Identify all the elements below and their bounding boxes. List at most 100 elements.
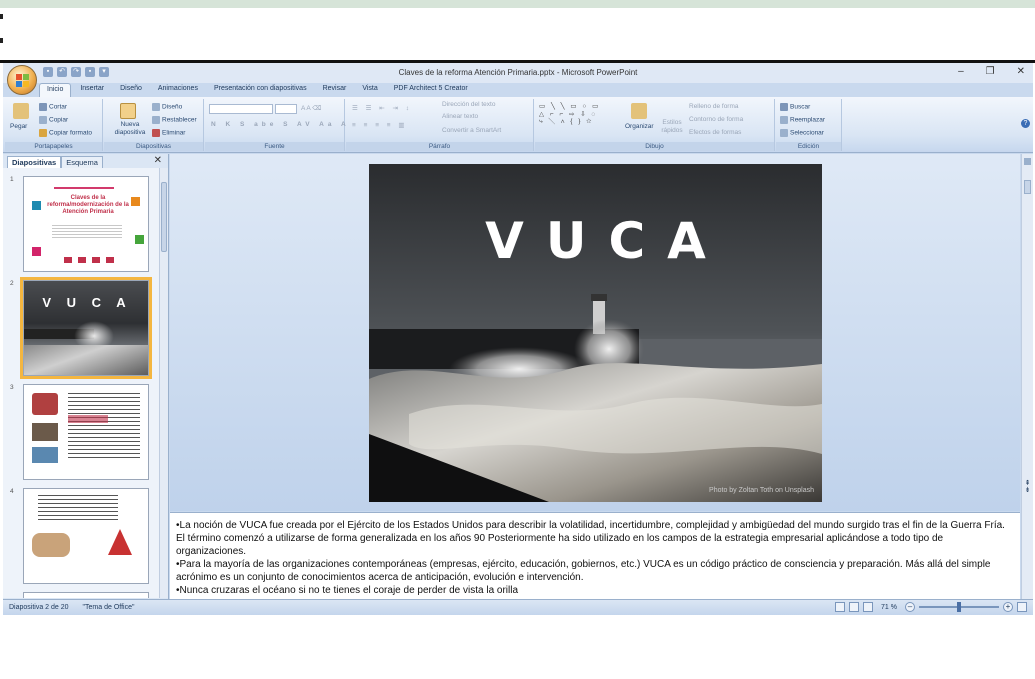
- format-label: Copiar formato: [49, 129, 92, 137]
- slide-counter: Diapositiva 2 de 20: [9, 604, 69, 611]
- edge-mark: [0, 14, 3, 19]
- edge-mark: [0, 38, 3, 43]
- shape-fill-button[interactable]: Relleno de forma: [689, 103, 739, 110]
- status-right: 71 % – +: [835, 602, 1027, 612]
- window-title: Claves de la reforma Atención Primaria.p…: [398, 68, 638, 77]
- group-fuente: A A ⌫ N K S abe S AV Aa A Fuente: [205, 99, 346, 151]
- zoom-in-button[interactable]: +: [1003, 602, 1013, 612]
- close-button[interactable]: ✕: [1017, 66, 1025, 77]
- slide-thumbnail-selected[interactable]: V U C A: [20, 277, 152, 379]
- arrange-icon: [631, 103, 647, 119]
- select-button[interactable]: Seleccionar: [780, 129, 824, 137]
- quick-styles-button[interactable]: Estilos rápidos: [659, 119, 685, 135]
- layout-label: Diseño: [162, 103, 183, 111]
- align-text-button[interactable]: Alinear texto: [442, 113, 478, 120]
- reset-button[interactable]: Restablecer: [152, 116, 197, 124]
- slide-thumbnail[interactable]: [23, 384, 149, 480]
- group-diapositivas: Nueva diapositiva Diseño Restablecer Eli…: [104, 99, 204, 151]
- slides-panel: Diapositivas Esquema ✕ 1 Claves de la re…: [3, 154, 169, 599]
- tab-diseno[interactable]: Diseño: [113, 83, 149, 97]
- arrange-button[interactable]: Organizar: [625, 123, 654, 130]
- slide-number: 3: [10, 384, 14, 391]
- shapes-gallery[interactable]: ▭ ╲ ╲ ▭ ○ ▭ △ ⌐ ⌐ ⇨ ⇩ ◌ ⤷ ╲ ∧ { } ☆: [539, 102, 600, 126]
- tab-presentacion[interactable]: Presentación con diapositivas: [207, 83, 314, 97]
- thumb-text-lines: [38, 495, 118, 521]
- tab-esquema[interactable]: Esquema: [61, 156, 103, 168]
- copy-icon: [39, 116, 47, 124]
- office-button[interactable]: [7, 65, 37, 95]
- notes-paragraph: •Para la mayoría de las organizaciones c…: [176, 559, 991, 583]
- tab-animaciones[interactable]: Animaciones: [151, 83, 205, 97]
- slide-canvas[interactable]: VUCA Photo by Zoltan Toth on Unsplash: [369, 164, 822, 502]
- normal-view-button[interactable]: [835, 602, 846, 612]
- group-portapapeles: Pegar Cortar Copiar Copiar formato Porta…: [5, 99, 103, 151]
- ribbon: Pegar Cortar Copiar Copiar formato Porta…: [3, 97, 1033, 153]
- zoom-slider-handle[interactable]: [957, 602, 961, 612]
- tab-pdf-architect[interactable]: PDF Architect 5 Creator: [387, 83, 475, 97]
- scrollbar-thumb[interactable]: [161, 182, 167, 252]
- panel-scrollbar[interactable]: [159, 168, 168, 598]
- photo-credit: Photo by Zoltan Toth on Unsplash: [709, 487, 814, 494]
- group-parrafo: ☰ ☰ ⇤ ⇥ ↕ ≡ ≡ ≡ ≡ ▥ Dirección del texto …: [346, 99, 534, 151]
- close-panel-icon[interactable]: ✕: [154, 155, 162, 166]
- thumb-title: V U C A: [42, 295, 132, 310]
- prev-next-slide-icon[interactable]: ⇞ ⇟: [1024, 480, 1031, 502]
- new-slide-button[interactable]: Nueva diapositiva: [110, 121, 150, 137]
- zoom-slider[interactable]: [919, 602, 999, 612]
- list-icons[interactable]: ☰ ☰ ⇤ ⇥ ↕: [352, 104, 412, 112]
- slide-thumbnail[interactable]: Claves de la reforma/modernización de la…: [23, 176, 149, 272]
- group-label: Fuente: [205, 142, 344, 151]
- notes-pane[interactable]: •La noción de VUCA fue creada por el Ejé…: [170, 512, 1020, 599]
- group-edicion: Buscar Reemplazar Seleccionar Edición: [776, 99, 842, 151]
- scroll-up-icon[interactable]: [1024, 158, 1031, 165]
- minimize-button[interactable]: –: [958, 66, 964, 77]
- tab-diapositivas[interactable]: Diapositivas: [7, 156, 62, 168]
- zoom-level[interactable]: 71 %: [881, 604, 897, 611]
- align-icons[interactable]: ≡ ≡ ≡ ≡ ▥: [352, 121, 408, 129]
- find-button[interactable]: Buscar: [780, 103, 810, 111]
- shape-effects-button[interactable]: Efectos de formas: [689, 129, 741, 136]
- paste-button[interactable]: Pegar: [10, 123, 27, 130]
- scrollbar-thumb[interactable]: [1024, 180, 1031, 194]
- smartart-button[interactable]: Convertir a SmartArt: [442, 127, 501, 134]
- thumb-title: Claves de la reforma/modernización de la…: [47, 195, 129, 215]
- thumb-image: [32, 393, 58, 415]
- slide-number: 4: [10, 488, 14, 495]
- slide-number: 1: [10, 176, 14, 183]
- format-painter-button[interactable]: Copiar formato: [39, 129, 92, 137]
- cut-button[interactable]: Cortar: [39, 103, 67, 111]
- slideshow-button[interactable]: [863, 602, 874, 612]
- layout-button[interactable]: Diseño: [152, 103, 182, 111]
- group-label: Diapositivas: [104, 142, 203, 151]
- window-controls: – ❐ ✕: [958, 66, 1025, 77]
- delete-icon: [152, 129, 160, 137]
- status-bar: Diapositiva 2 de 20 "Tema de Office" 71 …: [3, 599, 1033, 615]
- delete-slide-button[interactable]: Eliminar: [152, 129, 185, 137]
- font-name-box[interactable]: [209, 104, 273, 114]
- cut-label: Cortar: [49, 103, 68, 111]
- help-icon[interactable]: ?: [1021, 119, 1030, 128]
- tab-revisar[interactable]: Revisar: [316, 83, 354, 97]
- slide-thumbnail[interactable]: [23, 592, 149, 598]
- tab-inicio[interactable]: Inicio: [39, 83, 72, 97]
- thumb-sea: [24, 345, 148, 375]
- delete-label: Eliminar: [162, 129, 186, 137]
- zoom-out-button[interactable]: –: [905, 602, 915, 612]
- copy-button[interactable]: Copiar: [39, 116, 68, 124]
- tab-insertar[interactable]: Insertar: [73, 83, 111, 97]
- slide-sorter-button[interactable]: [849, 602, 860, 612]
- slide-thumbnail[interactable]: [23, 488, 149, 584]
- editor-scrollbar[interactable]: ⇞ ⇟: [1021, 154, 1033, 599]
- thumb-image: [32, 533, 70, 557]
- shape-outline-button[interactable]: Contorno de forma: [689, 116, 743, 123]
- replace-button[interactable]: Reemplazar: [780, 116, 825, 124]
- title-bar: ▪ ↶ ↷ ▪ ▾ Claves de la reforma Atención …: [3, 63, 1033, 83]
- group-label: Portapapeles: [5, 142, 102, 151]
- font-size-box[interactable]: [275, 104, 297, 114]
- tab-vista[interactable]: Vista: [355, 83, 384, 97]
- fit-window-button[interactable]: [1017, 602, 1027, 612]
- font-format-icons[interactable]: N K S abe S AV Aa A: [211, 121, 350, 128]
- restore-button[interactable]: ❐: [986, 66, 995, 77]
- font-grow-shrink-icon[interactable]: A A ⌫: [301, 104, 321, 112]
- text-direction-button[interactable]: Dirección del texto: [442, 101, 495, 108]
